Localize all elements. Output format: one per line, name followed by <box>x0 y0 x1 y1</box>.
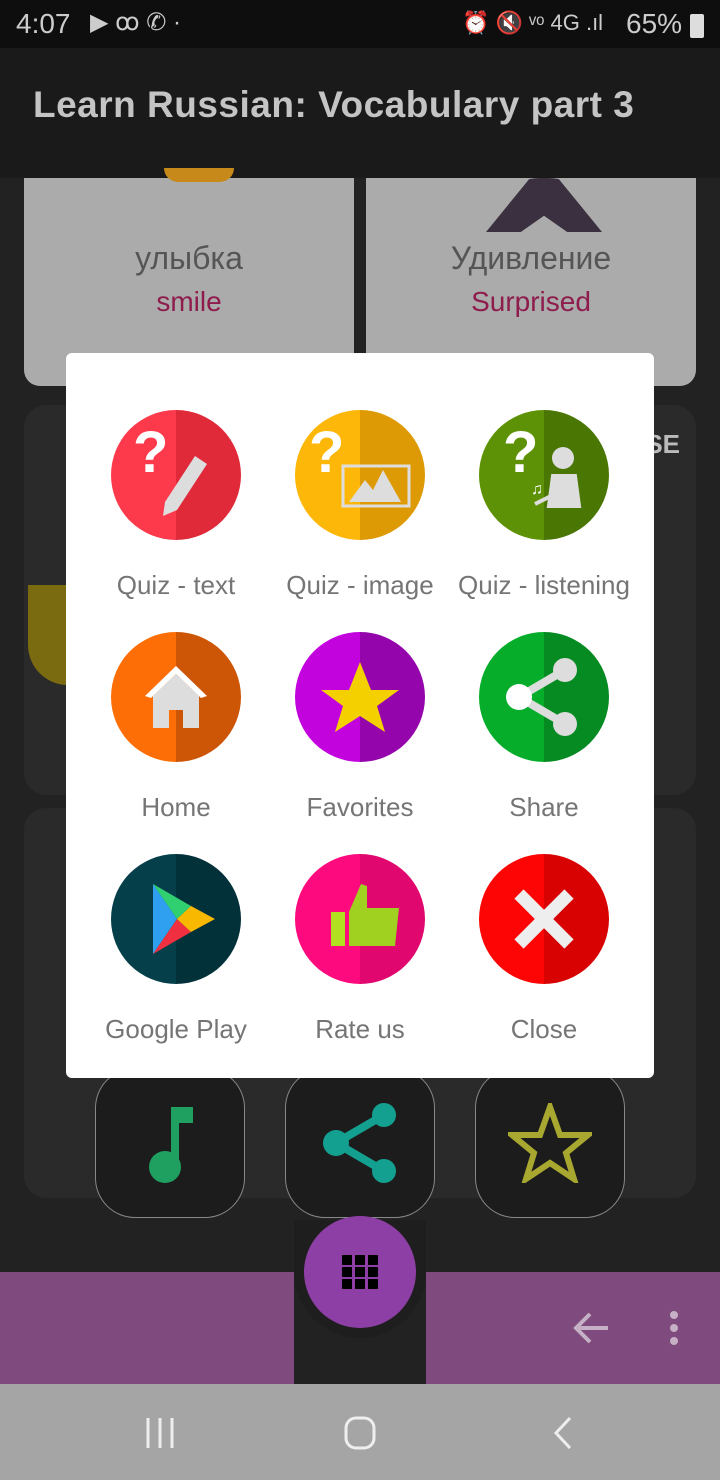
share-icon <box>323 1103 396 1183</box>
star-outline-icon <box>508 1103 592 1183</box>
close-icon <box>514 889 574 949</box>
bottom-bar-right <box>426 1272 720 1384</box>
battery-icon <box>690 14 704 38</box>
music-note-icon <box>149 1107 193 1183</box>
share-icon-circle <box>479 632 609 762</box>
quiz-listening-icon-circle: ? ♫ <box>479 410 609 540</box>
menu-item-favorites[interactable]: Favorites <box>268 632 452 823</box>
menu-item-rate-us[interactable]: Rate us <box>268 854 452 1045</box>
menu-item-label: Favorites <box>306 792 414 822</box>
notification-icons: ▶ ꝏ ✆ · <box>90 9 182 36</box>
home-icon[interactable] <box>344 1416 378 1450</box>
menu-item-label: Home <box>141 792 211 822</box>
system-nav-bar <box>0 1384 720 1480</box>
favorite-button[interactable] <box>475 1068 625 1218</box>
quiz-text-icon: ? <box>133 420 207 516</box>
menu-item-label: Close <box>510 1014 578 1044</box>
more-vert-icon[interactable] <box>666 1310 682 1346</box>
quiz-text-icon-circle: ? <box>111 410 241 540</box>
menu-item-label: Rate us <box>315 1014 405 1044</box>
surprised-image <box>486 178 602 232</box>
menu-item-label: Quiz - listening <box>458 570 630 600</box>
menu-dialog: ? Quiz - text? Quiz - image? ♫ Quiz - listen… <box>66 353 654 1078</box>
trophy-image <box>28 585 68 685</box>
menu-item-home[interactable]: Home <box>84 632 268 823</box>
svg-text:?: ? <box>133 420 168 485</box>
system-icons: ⏰ 🔇 ᵛᵒ 4G .ıl <box>462 10 604 35</box>
english-word: Surprised <box>471 286 591 317</box>
star-icon <box>321 662 399 732</box>
quiz-image-icon-circle: ? <box>295 410 425 540</box>
share-icon <box>506 658 577 736</box>
grid-icon <box>342 1255 378 1289</box>
play-audio-button[interactable] <box>95 1068 245 1218</box>
menu-item-label: Google Play <box>105 1014 247 1044</box>
svg-text:?: ? <box>309 420 344 485</box>
home-icon <box>145 666 207 728</box>
quiz-image-icon: ? <box>309 420 411 508</box>
share-button[interactable] <box>285 1068 435 1218</box>
menu-item-quiz-text[interactable]: ? Quiz - text <box>84 410 268 601</box>
quiz-listening-icon: ?♫ <box>503 420 582 508</box>
menu-item-share[interactable]: Share <box>452 632 636 823</box>
close-icon-circle <box>479 854 609 984</box>
page-title: Learn Russian: Vocabulary part 3 <box>33 84 635 125</box>
menu-item-label: Quiz - text <box>116 570 236 600</box>
home-icon-circle <box>111 632 241 762</box>
russian-word: улыбка <box>135 240 243 276</box>
menu-item-quiz-image[interactable]: ? Quiz - image <box>268 410 452 601</box>
recents-icon[interactable] <box>144 1416 176 1450</box>
google-play-icon-circle <box>111 854 241 984</box>
menu-item-quiz-listening[interactable]: ? ♫ Quiz - listening <box>452 410 636 601</box>
star-icon-circle <box>295 632 425 762</box>
russian-word: Удивление <box>450 240 612 276</box>
svg-text:♫: ♫ <box>531 481 543 498</box>
menu-item-label: Share <box>509 792 579 822</box>
thumbs-up-icon-circle <box>295 854 425 984</box>
english-word: smile <box>156 286 222 317</box>
bottom-bar-left <box>0 1272 294 1384</box>
status-bar: 4:07 ▶ ꝏ ✆ · ⏰ 🔇 ᵛᵒ 4G .ıl 65% <box>0 0 720 48</box>
back-icon[interactable] <box>552 1416 574 1450</box>
menu-item-google-play[interactable]: Google Play <box>84 854 268 1045</box>
smile-image <box>164 168 234 182</box>
menu-item-label: Quiz - image <box>286 570 434 600</box>
google-play-icon <box>153 884 215 954</box>
clock: 4:07 <box>16 8 71 39</box>
thumbs-up-icon <box>331 884 399 946</box>
menu-item-close[interactable]: Close <box>452 854 636 1045</box>
menu-fab[interactable] <box>304 1216 416 1328</box>
app-bar: Learn Russian: Vocabulary part 3 <box>0 48 720 178</box>
back-arrow-icon[interactable] <box>572 1310 612 1346</box>
battery-level: 65% <box>626 8 683 39</box>
svg-text:?: ? <box>503 420 538 485</box>
